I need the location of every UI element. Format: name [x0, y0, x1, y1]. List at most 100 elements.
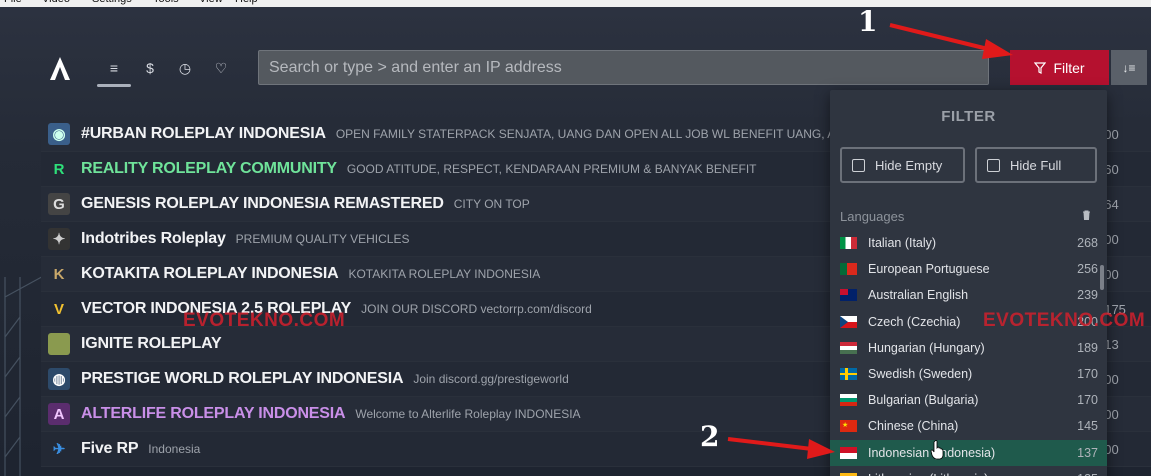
server-icon: R	[53, 160, 65, 178]
language-label: Australian English	[868, 288, 969, 303]
annotation-number-1: 1	[858, 7, 878, 38]
tab-premium[interactable]: $	[135, 57, 165, 79]
language-label: Hungarian (Hungary)	[868, 340, 985, 355]
annotation-arrow-2	[727, 437, 835, 459]
checkbox-icon	[852, 158, 865, 172]
language-list: Italian (Italy) 268 European Portuguese 256…	[830, 230, 1107, 476]
server-description: Join discord.gg/prestigeworld	[413, 372, 569, 386]
language-count: 170	[1077, 367, 1098, 382]
hide-full-label: Hide Full	[1010, 157, 1062, 173]
filter-icon	[1034, 61, 1047, 74]
server-description: OPEN FAMILY STATERPACK SENJATA, UANG DAN…	[335, 127, 836, 141]
flag-icon	[840, 237, 857, 250]
language-count: 256	[1077, 262, 1098, 277]
language-count: 268	[1077, 236, 1098, 251]
language-count: 189	[1077, 340, 1098, 355]
hide-empty-label: Hide Empty	[875, 157, 943, 173]
server-icon: G	[48, 193, 70, 215]
server-icon: K	[53, 265, 65, 283]
filter-button-label: Filter	[1053, 59, 1085, 76]
language-count: 239	[1077, 288, 1098, 303]
server-description: KOTAKITA ROLEPLAY INDONESIA	[348, 267, 541, 281]
menu-item-file[interactable]: File	[4, 0, 22, 5]
menu-item-video[interactable]: Video	[42, 0, 70, 5]
server-name: #URBAN ROLEPLAY INDONESIA	[81, 125, 326, 142]
menu-bar: File Video Settings Tools View Help	[0, 0, 1151, 7]
server-icon: A	[48, 403, 70, 425]
annotation-arrow-1	[889, 23, 1013, 59]
flag-icon	[840, 315, 857, 328]
flag-icon: ★	[840, 420, 857, 433]
flag-icon	[840, 341, 857, 354]
app-window: ≡ $ ◷ ♡ Filter ↓≡ ◉ #URBAN ROLEPLAY INDONESI…	[0, 7, 1151, 476]
language-option[interactable]: Lithuanian (Lithuania) 135	[830, 466, 1107, 476]
language-label: European Portuguese	[868, 262, 990, 277]
hide-full-checkbox[interactable]: Hide Full	[975, 147, 1097, 183]
server-name: PRESTIGE WORLD ROLEPLAY INDONESIA	[81, 370, 404, 387]
server-icon: ◍	[48, 368, 70, 390]
server-description: Welcome to Alterlife Roleplay INDONESIA	[355, 407, 581, 421]
language-option[interactable]: ★ Chinese (China) 145	[830, 413, 1107, 439]
flag-icon	[840, 368, 857, 381]
heart-icon: ♡	[214, 60, 228, 76]
server-description: CITY ON TOP	[453, 197, 530, 211]
annotation-number-2: 2	[700, 420, 720, 453]
language-count: 145	[1077, 419, 1098, 434]
language-option[interactable]: Hungarian (Hungary) 189	[830, 335, 1107, 361]
app-logo[interactable]	[46, 55, 74, 81]
server-description: GOOD ATITUDE, RESPECT, KENDARAAN PREMIUM…	[346, 162, 757, 176]
server-name: GENESIS ROLEPLAY INDONESIA REMASTERED	[81, 195, 444, 212]
server-description: JOIN OUR DISCORD vectorrp.com/discord	[361, 302, 592, 316]
sort-button[interactable]: ↓≡	[1111, 50, 1147, 85]
menu-item-view[interactable]: View	[199, 0, 223, 5]
clock-icon: ◷	[178, 60, 192, 76]
language-option[interactable]: European Portuguese 256	[830, 256, 1107, 282]
language-option[interactable]: Indonesian (Indonesia) 137	[830, 439, 1107, 466]
menu-item-tools[interactable]: Tools	[153, 0, 179, 5]
server-name: REALITY ROLEPLAY COMMUNITY	[81, 160, 337, 177]
menu-item-help[interactable]: Help	[235, 0, 258, 5]
language-label: Italian (Italy)	[868, 236, 937, 251]
language-option[interactable]: Australian English 239	[830, 282, 1107, 308]
server-name: Five RP	[81, 440, 139, 457]
language-label: Swedish (Sweden)	[868, 367, 973, 382]
server-icon: ✦	[48, 228, 70, 250]
tab-servers[interactable]: ≡	[97, 57, 131, 87]
language-count: 137	[1077, 445, 1098, 460]
trash-icon[interactable]	[1082, 209, 1091, 223]
language-option[interactable]: Italian (Italy) 268	[830, 230, 1107, 256]
tab-history[interactable]: ◷	[170, 57, 200, 79]
language-label: Czech (Czechia)	[868, 314, 961, 329]
server-icon: ◉	[48, 123, 70, 145]
filter-button[interactable]: Filter	[1010, 50, 1109, 85]
language-option[interactable]: Bulgarian (Bulgaria) 170	[830, 387, 1107, 413]
watermark: EVOTEKNO.COM	[183, 310, 346, 331]
languages-heading: Languages	[840, 209, 905, 224]
hide-empty-checkbox[interactable]: Hide Empty	[840, 147, 965, 183]
cursor-hand-icon	[930, 440, 944, 460]
server-icon	[48, 333, 70, 355]
checkbox-icon	[987, 158, 1000, 172]
scrollbar-thumb[interactable]	[1100, 265, 1104, 290]
language-count: 135	[1077, 472, 1098, 476]
server-icon: ✈	[52, 441, 66, 458]
list-icon: ≡	[109, 60, 119, 76]
sort-icon: ↓≡	[1122, 60, 1136, 75]
server-name: Indotribes Roleplay	[81, 230, 226, 247]
language-label: Chinese (China)	[868, 419, 959, 434]
flag-icon	[840, 394, 857, 407]
server-description: Indonesia	[148, 442, 201, 456]
server-name: KOTAKITA ROLEPLAY INDONESIA	[81, 265, 339, 282]
server-name: IGNITE ROLEPLAY	[81, 335, 222, 352]
filter-panel-title: FILTER	[941, 108, 996, 125]
filter-panel: FILTER Hide Empty Hide Full Languages It…	[830, 90, 1107, 476]
flag-icon	[840, 263, 857, 276]
tab-favorites[interactable]: ♡	[206, 57, 236, 79]
dollar-icon: $	[146, 60, 154, 76]
server-name: ALTERLIFE ROLEPLAY INDONESIA	[81, 405, 346, 422]
flag-icon	[840, 446, 857, 459]
watermark: EVOTEKNO.COM	[983, 310, 1146, 331]
language-option[interactable]: Swedish (Sweden) 170	[830, 361, 1107, 387]
menu-item-settings[interactable]: Settings	[92, 0, 132, 5]
language-label: Lithuanian (Lithuania)	[868, 472, 988, 476]
